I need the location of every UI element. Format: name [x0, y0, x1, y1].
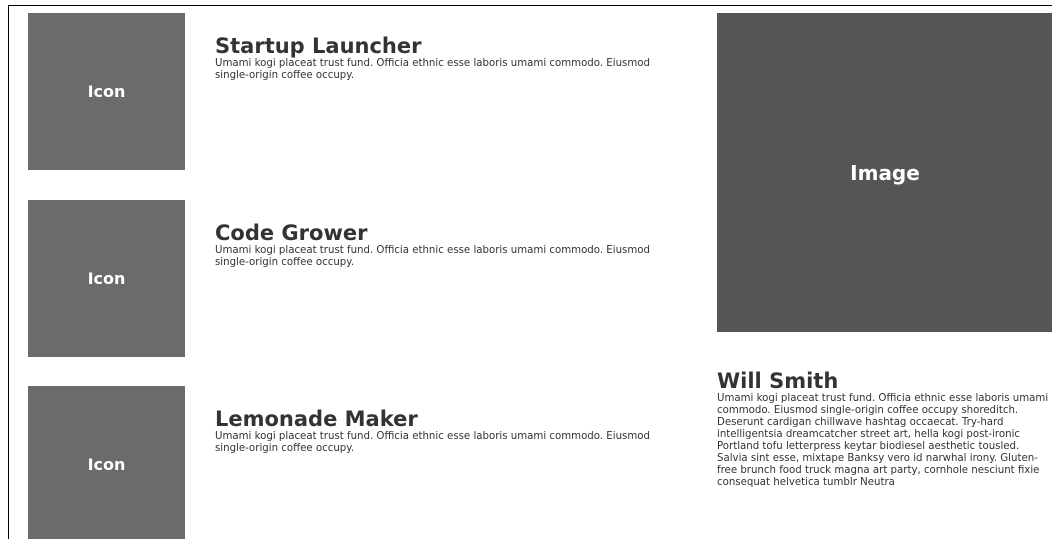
- profile-bio: Umami kogi placeat trust fund. Officia e…: [717, 393, 1049, 488]
- feature-description: Umami kogi placeat trust fund. Officia e…: [215, 431, 650, 454]
- profile-block: Will Smith Umami kogi placeat trust fund…: [717, 369, 1052, 489]
- page-frame: Icon Startup Launcher Umami kogi placeat…: [8, 5, 1052, 539]
- feature-text: Lemonade Maker Umami kogi placeat trust …: [215, 407, 685, 455]
- image-placeholder: Image: [717, 13, 1052, 332]
- feature-title: Lemonade Maker: [215, 407, 418, 431]
- feature-description: Umami kogi placeat trust fund. Officia e…: [215, 245, 650, 268]
- feature-lemonade-maker: Icon Lemonade Maker Umami kogi placeat t…: [28, 386, 688, 539]
- feature-icon-placeholder: Icon: [28, 200, 185, 357]
- feature-title: Startup Launcher: [215, 34, 422, 58]
- feature-text: Startup Launcher Umami kogi placeat trus…: [215, 34, 685, 82]
- profile-name: Will Smith: [717, 369, 839, 393]
- feature-code-grower: Icon Code Grower Umami kogi placeat trus…: [28, 200, 688, 358]
- feature-description: Umami kogi placeat trust fund. Officia e…: [215, 58, 650, 81]
- icon-placeholder-label: Icon: [87, 82, 126, 101]
- feature-icon-placeholder: Icon: [28, 386, 185, 539]
- icon-placeholder-label: Icon: [87, 455, 126, 474]
- feature-icon-placeholder: Icon: [28, 13, 185, 170]
- icon-placeholder-label: Icon: [87, 269, 126, 288]
- feature-title: Code Grower: [215, 221, 368, 245]
- image-placeholder-label: Image: [850, 160, 920, 185]
- feature-text: Code Grower Umami kogi placeat trust fun…: [215, 221, 685, 269]
- feature-startup-launcher: Icon Startup Launcher Umami kogi placeat…: [28, 13, 688, 171]
